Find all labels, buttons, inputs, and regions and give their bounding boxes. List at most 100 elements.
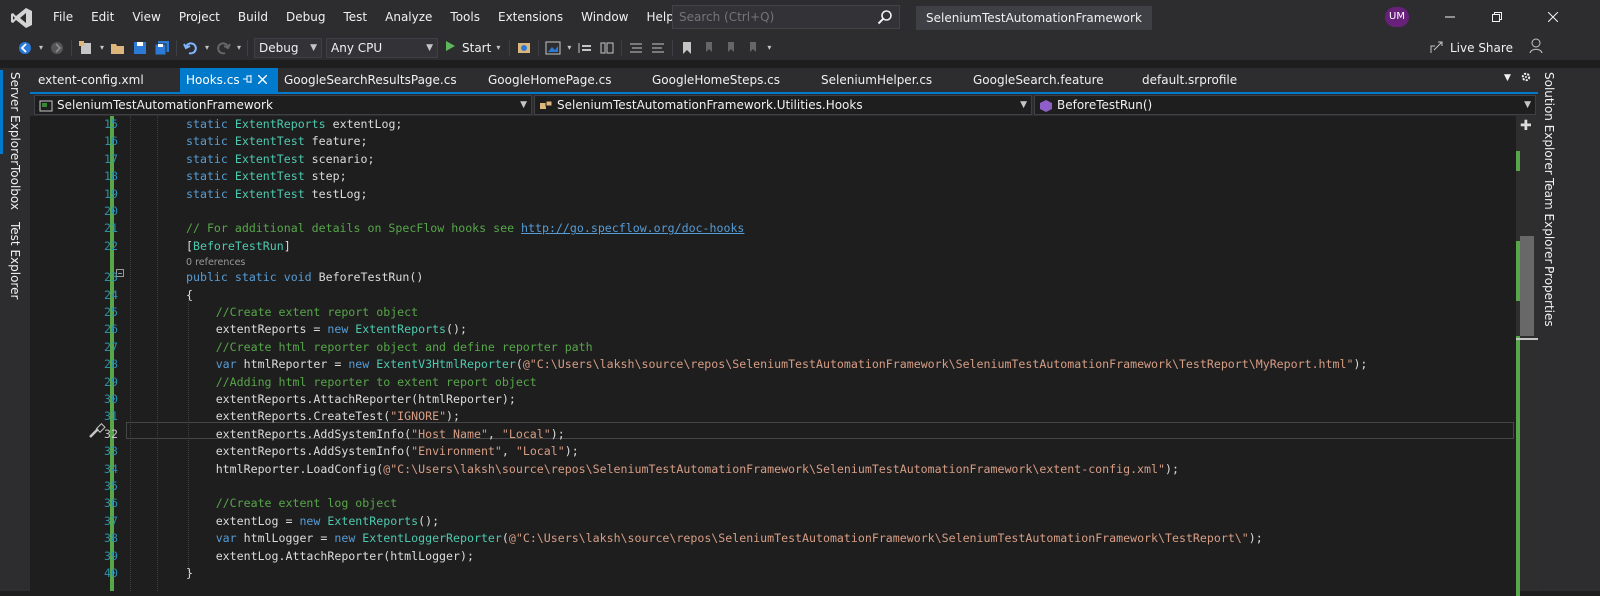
member-dropdown[interactable]: BeforeTestRun() ▼ [1034, 95, 1536, 115]
tab-google-home-steps[interactable]: GoogleHomeSteps.cs [646, 68, 812, 92]
codelens-references[interactable]: 0 references [186, 256, 245, 270]
platform-select[interactable]: Any CPU ▼ [326, 37, 438, 58]
menu-extensions[interactable]: Extensions [489, 0, 572, 35]
code-line[interactable]: 37 extentLog = new ExtentReports(); [30, 513, 1516, 530]
tab-google-home-page[interactable]: GoogleHomePage.cs [482, 68, 648, 92]
menu-view[interactable]: View [123, 0, 169, 35]
save-all-icon[interactable] [151, 37, 173, 59]
code-line[interactable]: 30 extentReports.AttachReporter(htmlRepor… [30, 391, 1516, 408]
code-line[interactable]: 20 [30, 203, 1516, 220]
code-line[interactable]: 19 static ExtentTest testLog; [30, 186, 1516, 203]
configuration-select[interactable]: Debug ▼ [254, 37, 322, 58]
code-line[interactable]: 28 var htmlReporter = new ExtentV3HtmlRep… [30, 356, 1516, 373]
server-explorer-tab[interactable]: Server Explorer [8, 72, 22, 165]
code-line[interactable]: 34 htmlReporter.LoadConfig(@"C:\Users\lak… [30, 461, 1516, 478]
tab-google-search-feature[interactable]: GoogleSearch.feature [967, 68, 1138, 92]
tab-hooks[interactable]: Hooks.cs [180, 68, 278, 92]
code-line[interactable]: 29 //Adding html reporter to extent repor… [30, 374, 1516, 391]
split-window-icon[interactable]: ✚ [1520, 118, 1532, 134]
scrollbar-thumb[interactable] [1520, 236, 1534, 336]
code-line[interactable]: 35 [30, 478, 1516, 495]
undo-icon[interactable] [180, 37, 202, 59]
start-dropdown-icon[interactable]: ▾ [496, 43, 500, 52]
code-line[interactable]: 18 static ExtentTest step; [30, 168, 1516, 185]
search-icon[interactable] [877, 9, 893, 28]
tab-extent-config[interactable]: extent-config.xml [32, 68, 178, 92]
menu-edit[interactable]: Edit [82, 0, 123, 35]
start-button[interactable]: Start ▾ [438, 40, 506, 55]
redo-icon[interactable] [212, 37, 234, 59]
forward-icon[interactable] [46, 37, 68, 59]
undo-dropdown-icon[interactable]: ▾ [202, 37, 212, 59]
back-dropdown-icon[interactable]: ▾ [36, 37, 46, 59]
prev-bookmark-icon[interactable] [698, 37, 720, 59]
maximize-button[interactable] [1474, 0, 1520, 35]
redo-dropdown-icon[interactable]: ▾ [234, 37, 244, 59]
search-input[interactable] [679, 10, 869, 24]
code-line[interactable]: 33 extentReports.AddSystemInfo("Environme… [30, 443, 1516, 460]
hyperlink[interactable]: http://go.specflow.org/doc-hooks [521, 221, 744, 235]
tab-selenium-helper[interactable]: SeleniumHelper.cs [815, 68, 971, 92]
tab-google-search-results-page[interactable]: GoogleSearchResultsPage.cs [278, 68, 484, 92]
code-line[interactable]: 22 [BeforeTestRun] [30, 238, 1516, 255]
tab-overflow-icon[interactable]: ▼ [1504, 73, 1511, 83]
test-explorer-tab[interactable]: Test Explorer [8, 222, 22, 299]
avatar[interactable]: UM [1385, 7, 1409, 27]
minimize-button[interactable] [1427, 0, 1473, 35]
code-line[interactable]: 24 { [30, 287, 1516, 304]
step-icon[interactable] [574, 37, 596, 59]
menu-build[interactable]: Build [229, 0, 277, 35]
project-dropdown[interactable]: SeleniumTestAutomationFramework ▼ [34, 95, 532, 115]
code-line[interactable]: 40} [30, 565, 1516, 582]
menu-tools[interactable]: Tools [441, 0, 489, 35]
vertical-scrollbar[interactable]: ✚ [1516, 116, 1538, 596]
code-line[interactable]: 39 extentLog.AttachReporter(htmlLogger); [30, 548, 1516, 565]
code-line[interactable]: 27 //Create html reporter object and defi… [30, 339, 1516, 356]
code-line[interactable]: 31 extentReports.CreateTest("IGNORE"); [30, 408, 1516, 425]
toolbox-tab[interactable]: Toolbox [8, 165, 22, 210]
code-line[interactable]: 25 //Create extent report object [30, 304, 1516, 321]
code-line[interactable]: 32 extentReports.AddSystemInfo("Host Name… [30, 426, 1516, 443]
next-bookmark-icon[interactable] [720, 37, 742, 59]
close-icon[interactable] [257, 68, 268, 92]
gear-icon[interactable] [1520, 71, 1532, 86]
code-line[interactable]: 26 extentReports = new ExtentReports(); [30, 321, 1516, 338]
menu-window[interactable]: Window [572, 0, 637, 35]
visual-studio-logo[interactable] [0, 0, 44, 35]
save-icon[interactable] [129, 37, 151, 59]
feedback-icon[interactable] [1528, 37, 1546, 58]
properties-tab[interactable]: Properties [1542, 266, 1556, 327]
type-dropdown[interactable]: SeleniumTestAutomationFramework.Utilitie… [534, 95, 1032, 115]
code-editor[interactable]: 15 static ExtentReports extentLog; 16 stati… [30, 116, 1516, 591]
new-project-icon[interactable] [75, 37, 97, 59]
screenshot-dropdown-icon[interactable]: ▾ [564, 37, 574, 59]
comment-icon[interactable] [625, 37, 647, 59]
code-line[interactable]: 36 //Create extent log object [30, 495, 1516, 512]
menu-analyze[interactable]: Analyze [376, 0, 441, 35]
tab-default-srprofile[interactable]: default.srprofile [1136, 68, 1282, 92]
menu-file[interactable]: File [44, 0, 82, 35]
format-icon[interactable] [596, 37, 618, 59]
code-line[interactable]: 21 // For additional details on SpecFlow … [30, 220, 1516, 237]
menu-debug[interactable]: Debug [277, 0, 334, 35]
menu-project[interactable]: Project [170, 0, 229, 35]
new-dropdown-icon[interactable]: ▾ [97, 37, 107, 59]
menu-test[interactable]: Test [334, 0, 376, 35]
screenshot-icon[interactable] [542, 37, 564, 59]
code-line[interactable]: 17 static ExtentTest scenario; [30, 151, 1516, 168]
bookmark-icon[interactable] [676, 37, 698, 59]
clear-bookmarks-icon[interactable] [742, 37, 764, 59]
live-share-button[interactable]: Live Share [1430, 37, 1513, 59]
solution-explorer-tab[interactable]: Solution Explorer [1542, 72, 1556, 175]
browse-icon[interactable] [513, 37, 535, 59]
pin-icon[interactable] [243, 68, 253, 92]
open-folder-icon[interactable] [107, 37, 129, 59]
code-line[interactable]: 38 var htmlLogger = new ExtentLoggerRepor… [30, 530, 1516, 547]
close-window-button[interactable] [1530, 0, 1576, 35]
code-line[interactable]: 16 static ExtentTest feature; [30, 133, 1516, 150]
search-box[interactable] [672, 5, 900, 29]
code-line[interactable]: 15 static ExtentReports extentLog; [30, 116, 1516, 133]
toolbar-overflow-icon[interactable]: ▾ [764, 37, 774, 59]
uncomment-icon[interactable] [647, 37, 669, 59]
code-line[interactable]: 23 public static void BeforeTestRun() [30, 269, 1516, 286]
